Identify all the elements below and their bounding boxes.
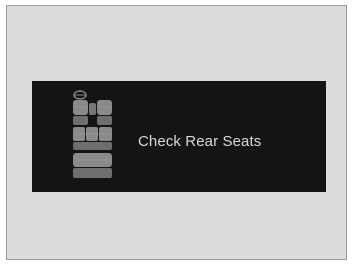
rear-seats-icon <box>73 90 112 178</box>
info-display-panel: Check Rear Seats <box>32 81 326 192</box>
check-rear-seats-message: Check Rear Seats <box>138 133 262 150</box>
display-frame: Check Rear Seats <box>6 5 347 260</box>
